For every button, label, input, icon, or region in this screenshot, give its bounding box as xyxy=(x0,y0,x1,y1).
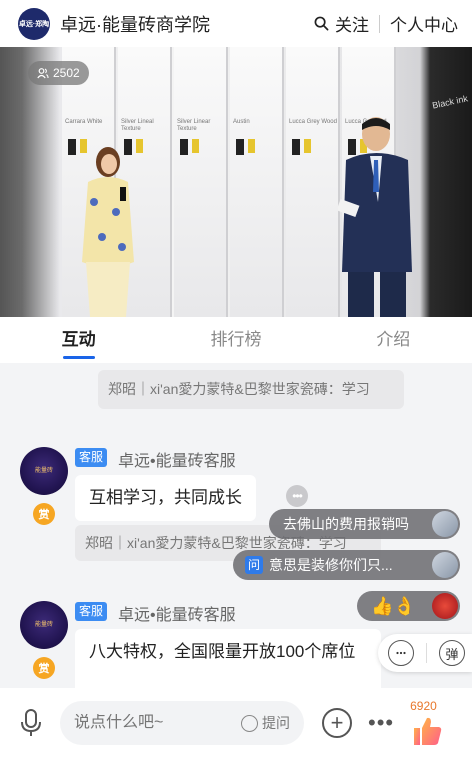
profile-center-button[interactable]: 个人中心 xyxy=(390,11,458,36)
ask-question-toggle[interactable]: 提问 xyxy=(241,713,290,733)
reward-button[interactable]: 赏 xyxy=(33,503,55,525)
tile-panel-label: Silver Lineal Texture xyxy=(121,119,154,132)
tile-panel-label: Austin xyxy=(233,119,250,125)
tile-tag xyxy=(192,139,199,153)
tile-panel-label: Silver Linear Texture xyxy=(177,119,211,132)
viewer-count: 2502 xyxy=(53,66,80,80)
comment-input[interactable] xyxy=(74,714,224,732)
floating-emoji: 👍👌 xyxy=(357,591,460,621)
bottom-input-bar: 提问 + ••• 6920 xyxy=(0,688,472,758)
presenter-man xyxy=(338,117,412,317)
header-actions: 关注 个人中心 xyxy=(314,11,458,36)
avatar[interactable]: 能量砖 xyxy=(20,601,68,649)
tile-panel-label: Carrara White xyxy=(65,119,103,125)
avatar xyxy=(432,552,458,578)
tab-ranking[interactable]: 排行榜 xyxy=(157,317,314,363)
reward-button[interactable]: 赏 xyxy=(33,657,55,679)
danmaku-toggle[interactable]: 弹 xyxy=(439,640,465,666)
top-header: 卓远·郑陶 卓远·能量砖商学院 关注 个人中心 xyxy=(0,0,472,47)
follow-button[interactable]: 关注 xyxy=(314,11,369,36)
live-video-player[interactable]: Carrara White Silver Lineal Texture Silv… xyxy=(0,47,472,317)
floating-comment: 去佛山的费用报销吗 xyxy=(269,509,460,539)
avatar-text: 能量砖 xyxy=(34,622,53,628)
channel-title: 卓远·能量砖商学院 xyxy=(60,14,210,35)
thumbs-up-icon xyxy=(414,717,442,745)
tab-introduction[interactable]: 介绍 xyxy=(315,317,472,363)
more-menu-icon[interactable]: ••• xyxy=(368,712,394,734)
emoji-reaction: 👍👌 xyxy=(371,595,416,616)
question-tag: 问 xyxy=(245,556,263,574)
pill-divider xyxy=(426,643,427,663)
chat-bubble-icon xyxy=(396,651,406,655)
floating-question: 问 意思是装修你们只... xyxy=(233,550,460,580)
service-badge: 客服 xyxy=(75,448,108,467)
message-bubble[interactable]: 八大特权，全国限量开放100个席位 xyxy=(75,629,381,688)
avatar xyxy=(432,593,458,619)
like-button[interactable]: 6920 xyxy=(408,693,448,753)
search-icon xyxy=(314,16,329,31)
message-bubble[interactable]: 互相学习，共同成长 xyxy=(75,475,256,521)
ask-label: 提问 xyxy=(262,715,290,731)
radio-icon xyxy=(241,714,258,732)
floating-question-text: 意思是装修你们只... xyxy=(269,557,393,573)
tile-panel-label: Lucca Grey Wood xyxy=(289,119,337,125)
comment-icon[interactable] xyxy=(388,640,414,666)
system-message: 郑昭｜xi'an愛力蒙特&巴黎世家瓷磚：学习 xyxy=(98,370,404,409)
follow-label: 关注 xyxy=(335,16,369,35)
microphone-icon[interactable] xyxy=(20,709,42,737)
tile-tag xyxy=(292,139,300,155)
tile-panel: Silver Linear Texture xyxy=(174,47,228,317)
tile-tag xyxy=(180,139,188,155)
avatar-text: 能量砖 xyxy=(34,468,53,474)
avatar xyxy=(432,511,458,537)
like-count: 6920 xyxy=(410,699,437,713)
side-actions: 弹 xyxy=(378,634,472,672)
header-divider xyxy=(379,14,380,33)
add-button[interactable]: + xyxy=(322,708,352,738)
service-badge: 客服 xyxy=(75,602,108,621)
tile-tag xyxy=(68,139,76,155)
tile-tag xyxy=(304,139,311,153)
presenter-woman xyxy=(82,147,134,317)
user-icon xyxy=(37,68,49,79)
sender-name: 卓远•能量砖客服 xyxy=(118,453,236,470)
more-options-icon[interactable]: ••• xyxy=(286,485,308,507)
comment-input-box[interactable]: 提问 xyxy=(60,701,304,745)
tile-panel: Austin xyxy=(230,47,284,317)
avatar[interactable]: 能量砖 xyxy=(20,447,68,495)
channel-logo[interactable]: 卓远·郑陶 xyxy=(18,7,50,40)
viewer-count-badge: 2502 xyxy=(28,61,89,85)
tile-panel: Lucca Grey Wood xyxy=(286,47,340,317)
tab-interaction[interactable]: 互动 xyxy=(0,317,157,363)
sender-name: 卓远•能量砖客服 xyxy=(118,607,236,624)
floating-comment-text: 去佛山的费用报销吗 xyxy=(283,516,409,532)
tile-tag xyxy=(236,139,244,155)
tile-tag xyxy=(248,139,255,153)
tab-bar: 互动 排行榜 介绍 xyxy=(0,317,472,363)
